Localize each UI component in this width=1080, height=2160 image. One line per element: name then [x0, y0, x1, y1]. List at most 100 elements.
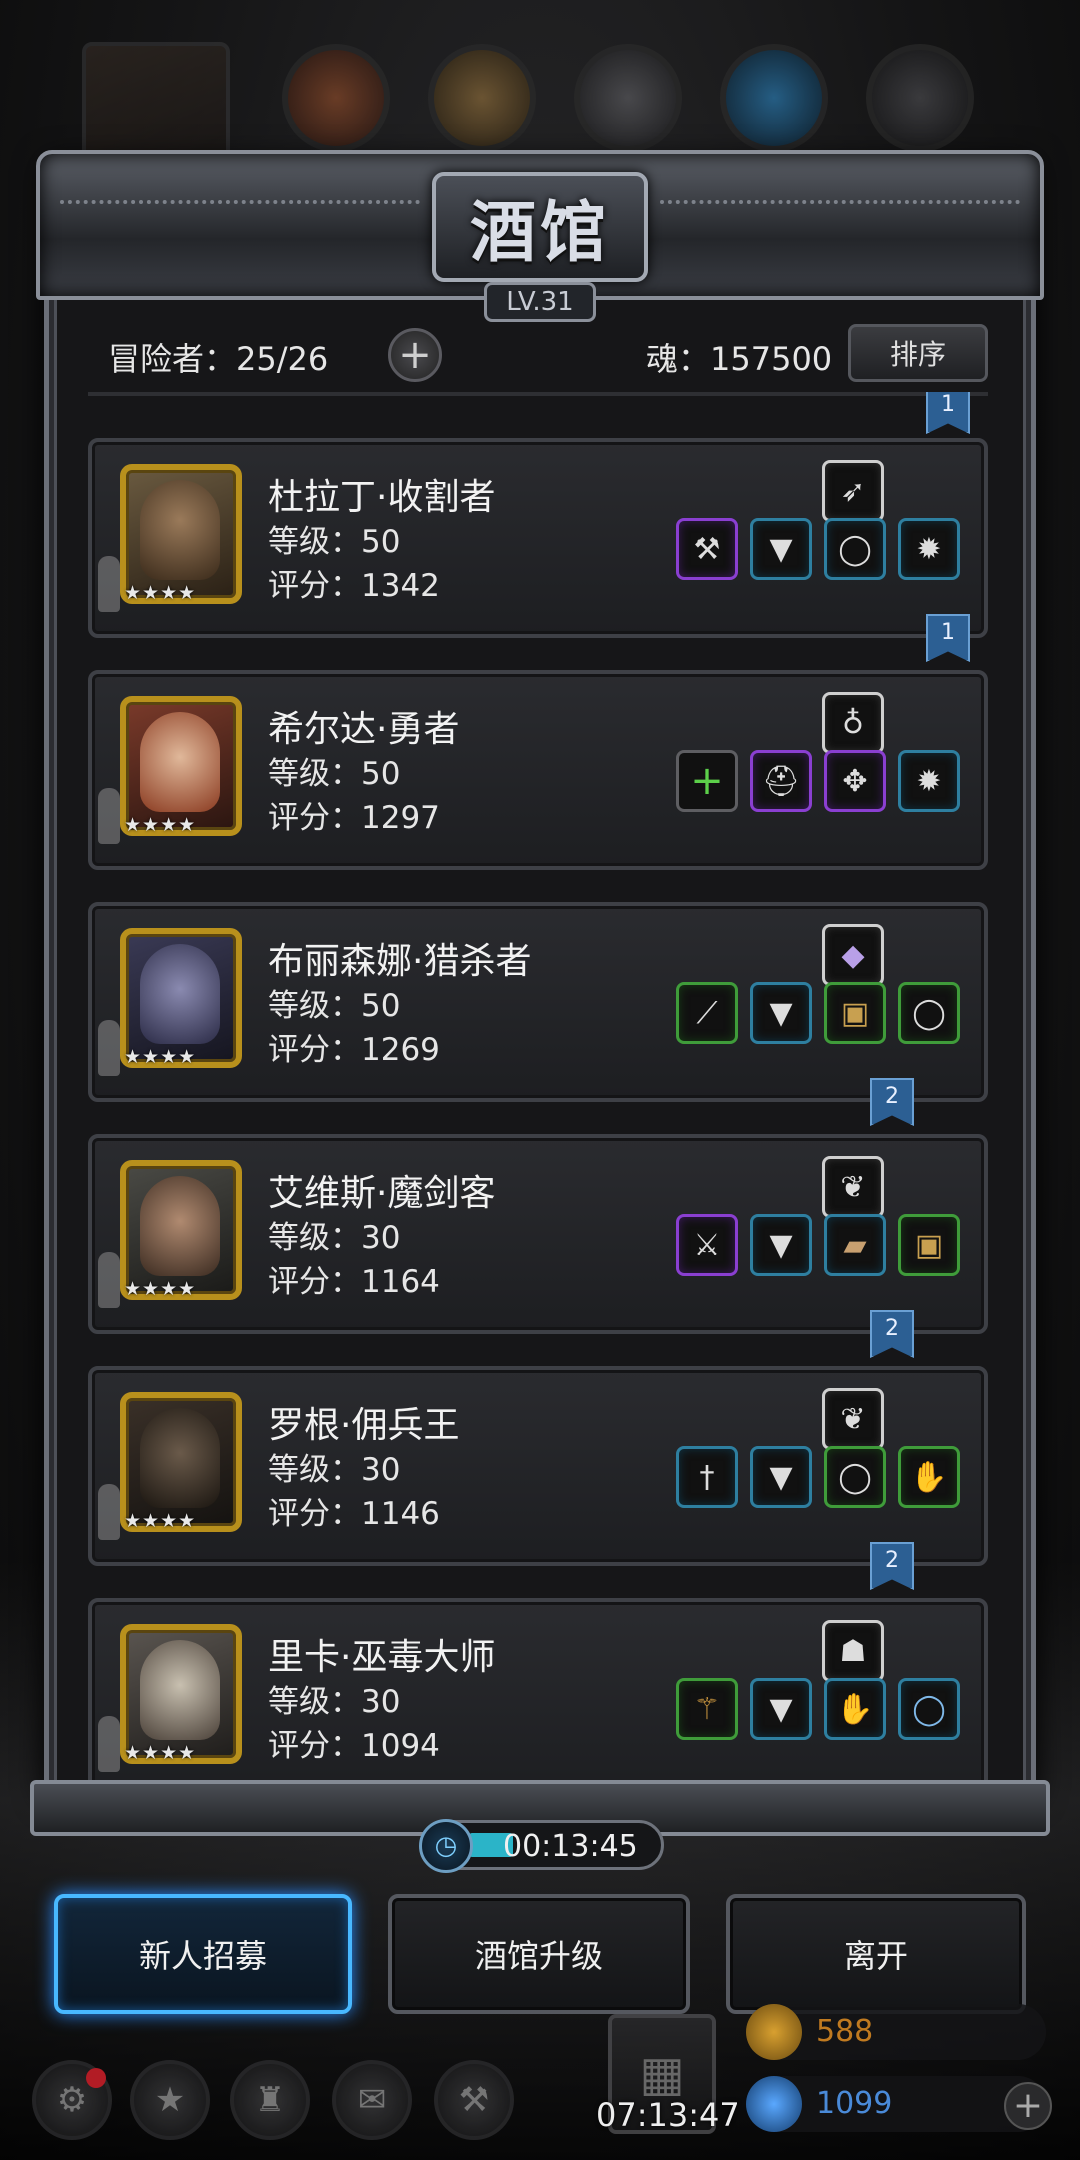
dagger-icon[interactable]: † — [676, 1446, 738, 1508]
feather-icon[interactable]: ❦ — [822, 1388, 884, 1450]
hero-card[interactable]: ★★★★ 布丽森娜·猎杀者 等级：50 评分：1269 ◆ ⟋ ▼ ▣ ◯ — [88, 902, 988, 1102]
armor-icon[interactable]: ▼ — [750, 1678, 812, 1740]
plus-icon: + — [1012, 2085, 1044, 2126]
rank-flag: 2 — [870, 1310, 914, 1358]
hero-score: 评分：1342 — [268, 568, 440, 604]
voodoo-master-face — [140, 1640, 220, 1740]
rank-flag: 2 — [870, 1542, 914, 1590]
helmet-icon[interactable]: ⛑ — [750, 750, 812, 812]
hero-name: 里卡·巫毒大师 — [268, 1637, 496, 1678]
armor-icon[interactable]: ▼ — [750, 982, 812, 1044]
quiver-icon[interactable]: ➶ — [822, 460, 884, 522]
sword-icon[interactable]: ⚔ — [676, 1214, 738, 1276]
ghost-figure-icon — [98, 1252, 120, 1308]
ring-icon[interactable]: ◯ — [824, 518, 886, 580]
hero-level: 等级：30 — [268, 1452, 401, 1488]
settings-icon[interactable]: ⚙ — [32, 2060, 112, 2140]
recruit-button[interactable]: 新人招募 — [54, 1894, 352, 2014]
timer-text: 00:13:45 — [503, 1829, 638, 1864]
ring-icon[interactable]: ◯ — [824, 1446, 886, 1508]
armor-icon[interactable]: ▼ — [750, 518, 812, 580]
star-rating: ★★★★ — [124, 582, 197, 604]
hero-name: 希尔达·勇者 — [268, 709, 460, 750]
cloak-icon[interactable]: ☗ — [822, 1620, 884, 1682]
hero-card[interactable]: ★★★★ 艾维斯·魔剑客 等级：30 评分：1164 ❦ ⚔ ▼ ▰ ▣ — [88, 1134, 988, 1334]
hero-level: 等级：50 — [268, 524, 401, 560]
armor-icon[interactable]: ▼ — [750, 1214, 812, 1276]
ghost-figure-icon — [98, 1020, 120, 1076]
hero-name: 杜拉丁·收割者 — [268, 477, 496, 518]
hero-name: 布丽森娜·猎杀者 — [268, 941, 532, 982]
iron-resource-icon — [574, 44, 682, 152]
rank-flag: 1 — [926, 392, 970, 434]
chest-armor-icon[interactable]: ▣ — [824, 982, 886, 1044]
leave-button[interactable]: 离开 — [726, 1894, 1026, 2014]
wood-resource-icon — [428, 44, 536, 152]
panel-header: 冒险者：25/26 + 魂：157500 排序 — [108, 324, 988, 390]
tavern-level-badge: LV.31 — [484, 282, 596, 322]
add-slot-icon[interactable]: + — [676, 750, 738, 812]
swordsman-face — [140, 1176, 220, 1276]
rank-flag: 2 — [870, 1078, 914, 1126]
ring-icon[interactable]: ◯ — [898, 982, 960, 1044]
achievement-icon[interactable]: ★ — [130, 2060, 210, 2140]
hero-level: 等级：30 — [268, 1684, 401, 1720]
amulet-icon[interactable]: ✹ — [898, 750, 960, 812]
upgrade-timer: ◷ 00:13:45 — [419, 1819, 664, 1873]
mail-icon[interactable]: ✉ — [332, 2060, 412, 2140]
necklace-icon[interactable]: ♁ — [822, 692, 884, 754]
list-top-divider — [88, 392, 988, 396]
dwarf-face — [140, 480, 220, 580]
buy-gems-button[interactable]: + — [1004, 2082, 1052, 2130]
chest-armor-icon[interactable]: ▣ — [898, 1214, 960, 1276]
gauntlet-icon[interactable]: ✋ — [824, 1678, 886, 1740]
hero-card[interactable]: ★★★★ 杜拉丁·收割者 等级：50 评分：1342 ➶ ⚒ ▼ ◯ ✹ — [88, 438, 988, 638]
stone-resource-icon — [866, 44, 974, 152]
chain-decoration-left — [60, 200, 420, 208]
bracer-icon[interactable]: ▰ — [824, 1214, 886, 1276]
gem-counter: 1099 + — [746, 2076, 1052, 2132]
feather-icon[interactable]: ❦ — [822, 1156, 884, 1218]
plus-icon: + — [398, 332, 432, 378]
crystal-resource-icon — [720, 44, 828, 152]
gold-coin-icon — [746, 2004, 802, 2060]
meat-resource-icon — [282, 44, 390, 152]
forge-icon[interactable]: ⚒ — [434, 2060, 514, 2140]
charm-icon[interactable]: ✥ — [824, 750, 886, 812]
blade-icon[interactable]: ⟋ — [676, 982, 738, 1044]
gold-counter: 588 — [746, 2004, 1046, 2060]
hero-score: 评分：1146 — [268, 1496, 440, 1532]
ring-icon[interactable]: ◯ — [898, 1678, 960, 1740]
hero-card[interactable]: ★★★★ 希尔达·勇者 等级：50 评分：1297 ♁ + ⛑ ✥ ✹ — [88, 670, 988, 870]
staff-icon[interactable]: ⚚ — [676, 1678, 738, 1740]
ghost-figure-icon — [98, 1716, 120, 1772]
sort-button[interactable]: 排序 — [848, 324, 988, 382]
title-plate: 酒馆 — [432, 172, 648, 282]
star-rating: ★★★★ — [124, 1278, 197, 1300]
panel-title: 酒馆 — [470, 194, 610, 271]
axe-icon[interactable]: ⚒ — [676, 518, 738, 580]
star-rating: ★★★★ — [124, 814, 197, 836]
hero-score: 评分：1297 — [268, 800, 440, 836]
amulet-icon[interactable]: ✹ — [898, 518, 960, 580]
warrior-woman-face — [140, 712, 220, 812]
hero-score: 评分：1269 — [268, 1032, 440, 1068]
hero-level: 等级：30 — [268, 1220, 401, 1256]
soul-count: 魂：157500 — [646, 340, 833, 378]
ghost-figure-icon — [98, 788, 120, 844]
upgrade-tavern-button[interactable]: 酒馆升级 — [388, 1894, 690, 2014]
player-portrait[interactable] — [82, 42, 230, 162]
hero-card[interactable]: ★★★★ 里卡·巫毒大师 等级：30 评分：1094 ☗ ⚚ ▼ ✋ ◯ — [88, 1598, 988, 1782]
hero-name: 艾维斯·魔剑客 — [268, 1173, 496, 1214]
hero-roster-icon[interactable]: ♜ — [230, 2060, 310, 2140]
crystal-icon[interactable]: ◆ — [822, 924, 884, 986]
hero-list[interactable]: 1 ★★★★ 杜拉丁·收割者 等级：50 评分：1342 ➶ ⚒ ▼ ◯ ✹ 1… — [88, 392, 988, 1782]
gauntlet-icon[interactable]: ✋ — [898, 1446, 960, 1508]
ghost-figure-icon — [98, 556, 120, 612]
armor-icon[interactable]: ▼ — [750, 1446, 812, 1508]
dark-elf-face — [140, 944, 220, 1044]
hero-card[interactable]: ★★★★ 罗根·佣兵王 等级：30 评分：1146 ❦ † ▼ ◯ ✋ — [88, 1366, 988, 1566]
add-adventurer-button[interactable]: + — [388, 328, 442, 382]
hero-score: 评分：1094 — [268, 1728, 440, 1764]
star-rating: ★★★★ — [124, 1046, 197, 1068]
